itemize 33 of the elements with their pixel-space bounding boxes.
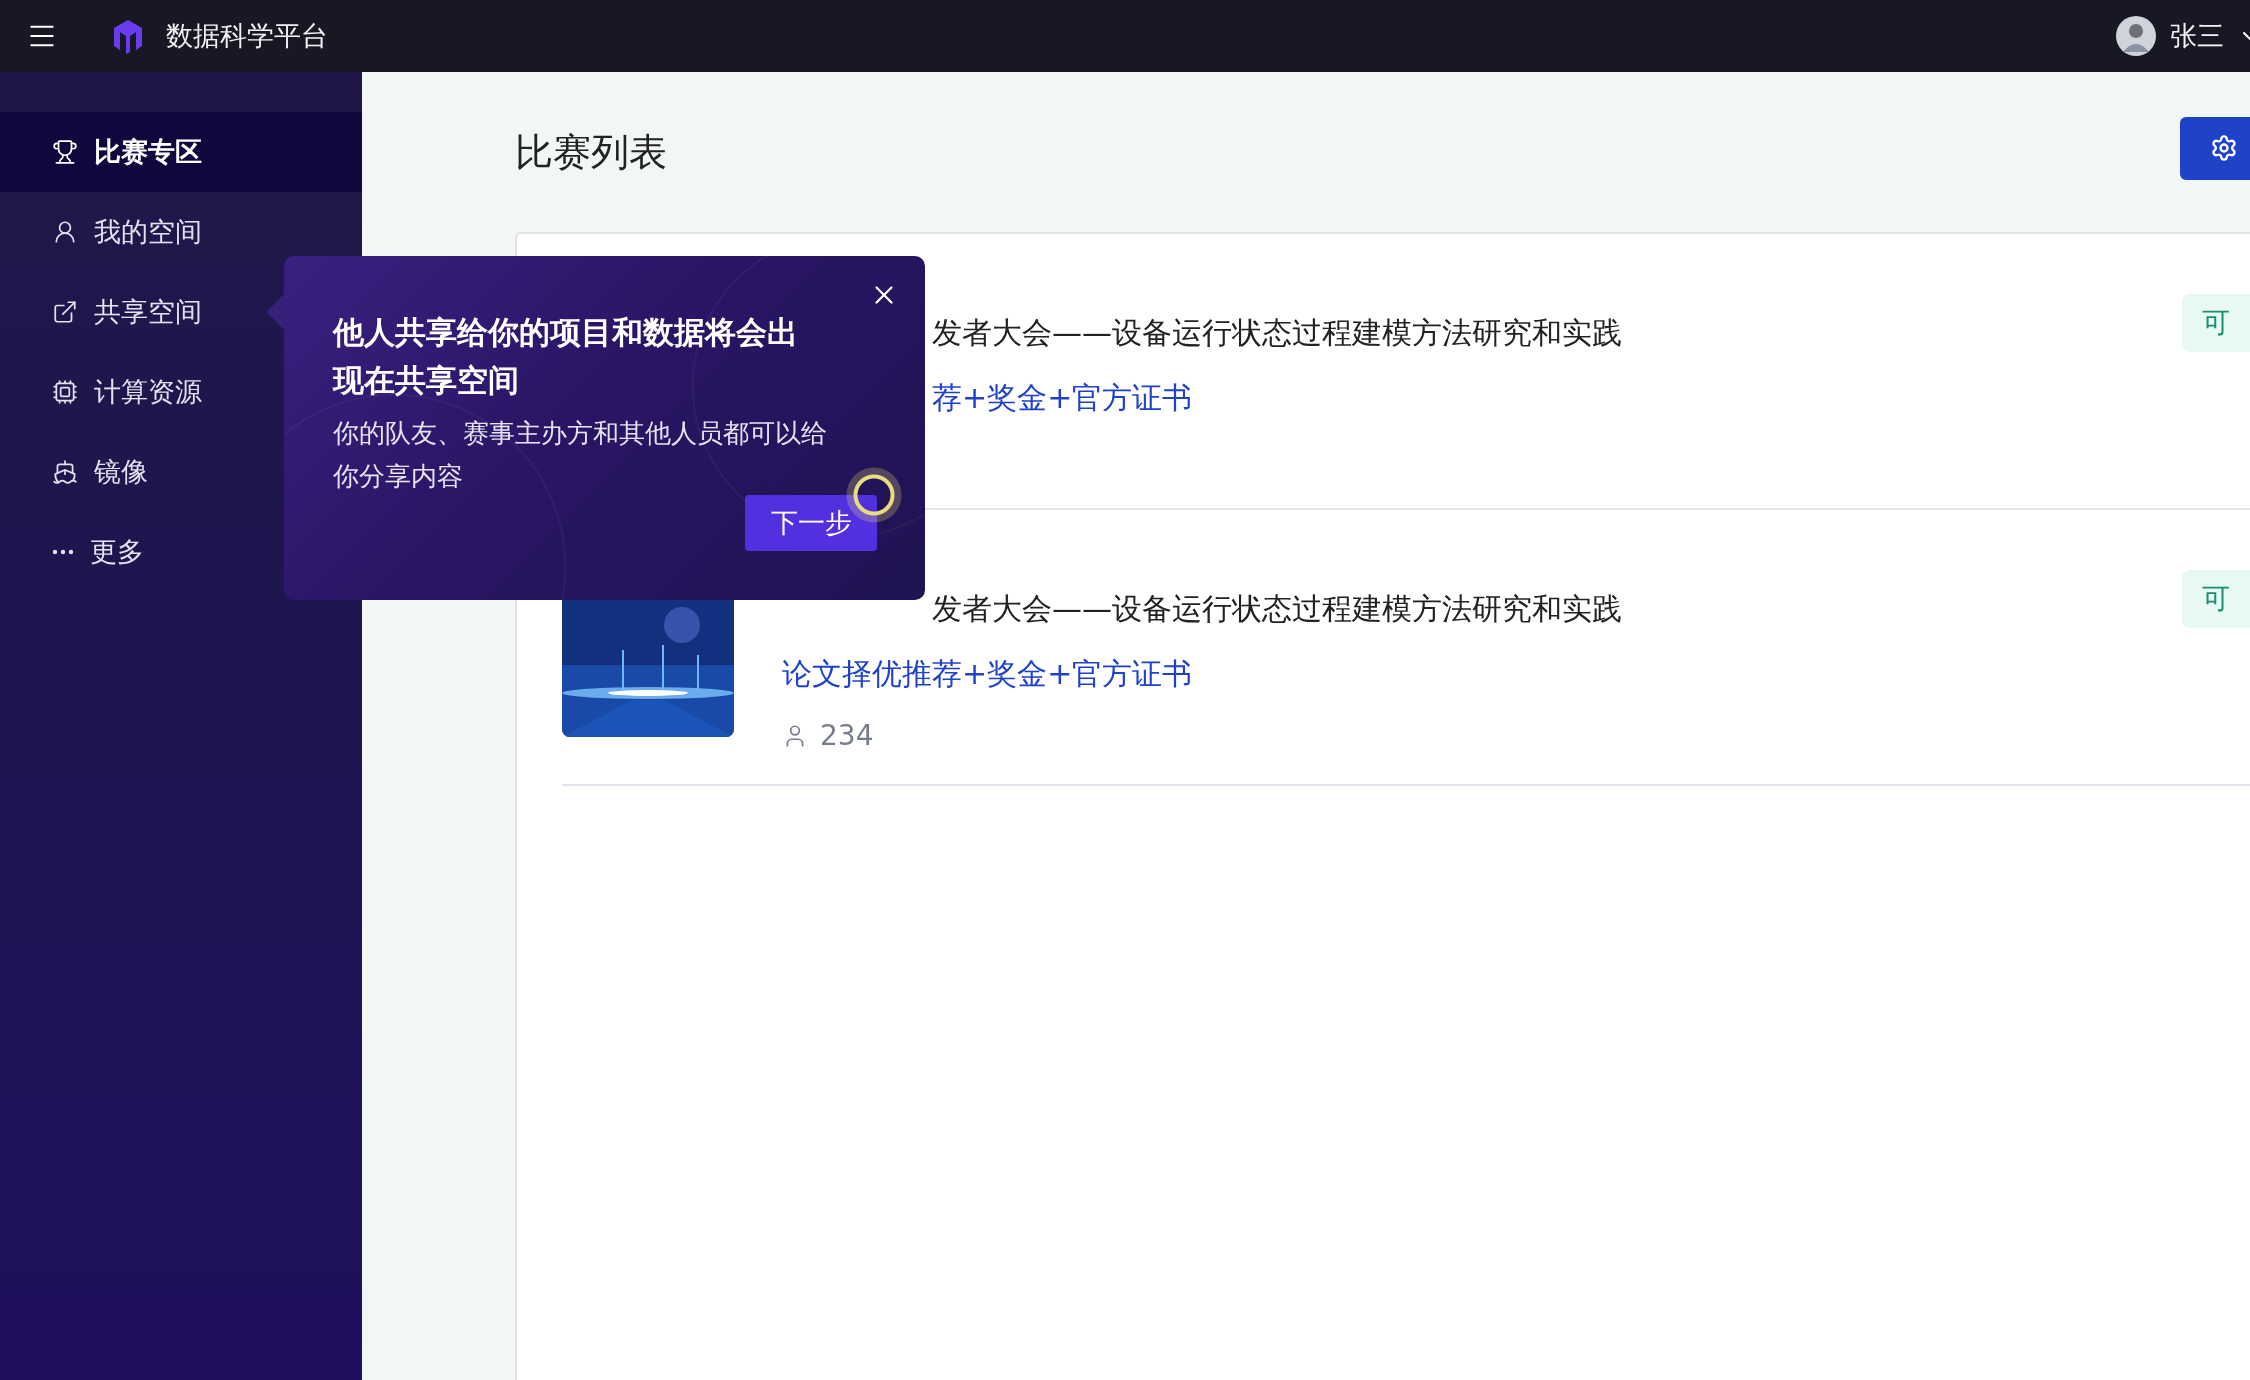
popup-pointer: [266, 294, 284, 330]
avatar[interactable]: [2116, 16, 2156, 56]
nav-label: 镜像: [94, 455, 148, 489]
ellipsis-icon: [52, 549, 74, 555]
nav-label: 比赛专区: [94, 135, 202, 169]
status-tag: 可: [2182, 294, 2250, 352]
nav-icon: [52, 139, 78, 165]
nav-item[interactable]: 镜像: [0, 432, 160, 512]
reward-text: 荐+奖金+官方证书: [932, 379, 1193, 417]
popup-title: 他人共享给你的项目和数据将会出现在共享空间: [333, 313, 799, 400]
nav-item[interactable]: 我的空间: [0, 192, 214, 272]
reward-text: 论文择优推荐+奖金+官方证书: [782, 655, 1193, 693]
nav-icon: [52, 459, 78, 485]
popup-body: 你的队友、赛事主办方和其他人员都可以给你分享内容: [333, 417, 828, 493]
nav-label: 更多: [90, 535, 144, 569]
participant-count: 234: [820, 719, 874, 752]
app-title: 数据科学平台: [166, 19, 328, 53]
nav-item[interactable]: 比赛专区: [0, 112, 362, 192]
nav-icon: [52, 379, 78, 405]
nav-item[interactable]: 共享空间: [0, 272, 214, 352]
status-tag: 可: [2182, 570, 2250, 628]
settings-icon: [2210, 134, 2238, 162]
nav-item[interactable]: 计算资源: [0, 352, 214, 432]
competition-title[interactable]: 发者大会——设备运行状态过程建模方法研究和实践: [932, 589, 1622, 630]
nav-icon: [52, 299, 78, 325]
nav-item[interactable]: 更多: [0, 512, 156, 592]
next-button[interactable]: 下一步: [745, 495, 877, 551]
page-title: 比赛列表: [515, 128, 668, 176]
competition-title[interactable]: 发者大会——设备运行状态过程建模方法研究和实践: [932, 313, 1622, 354]
user-name[interactable]: 张三: [2170, 18, 2224, 54]
nav-label: 计算资源: [94, 375, 202, 409]
nav-label: 我的空间: [94, 215, 202, 249]
nav-label: 共享空间: [94, 295, 202, 329]
